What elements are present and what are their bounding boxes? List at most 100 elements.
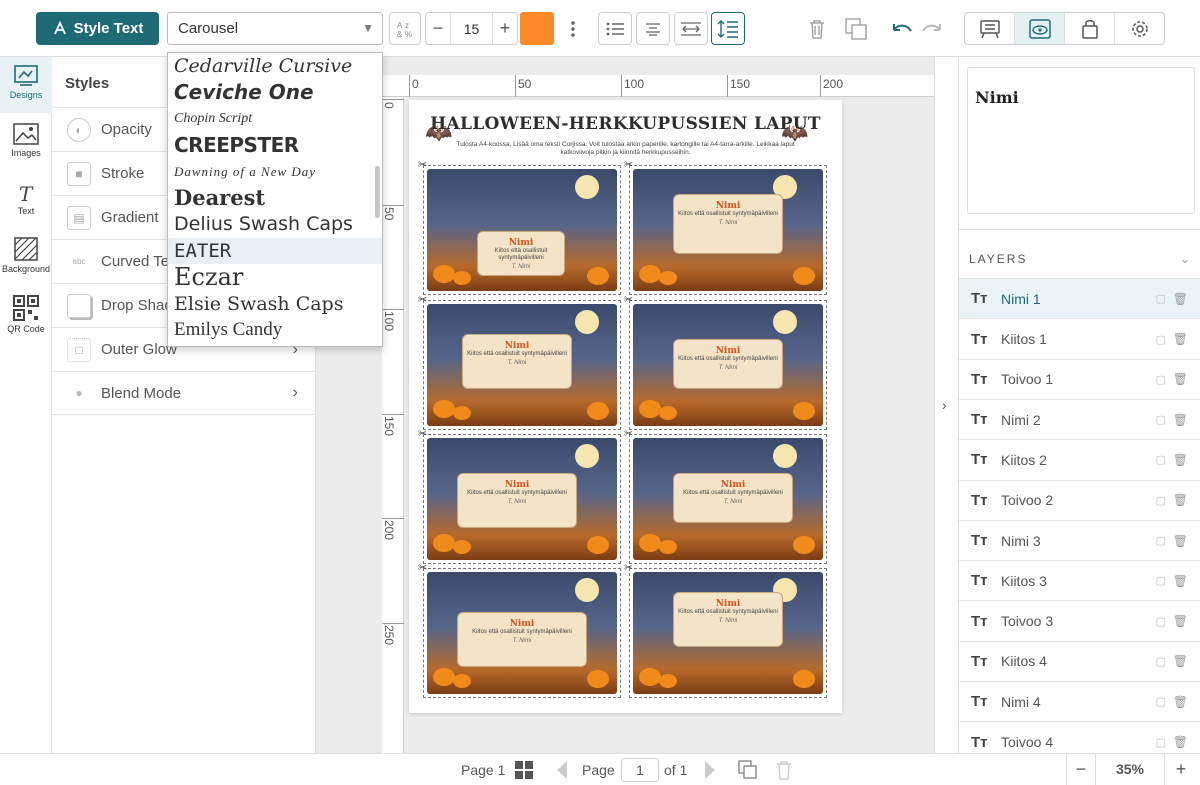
font-size-increase-button[interactable]: + bbox=[493, 13, 517, 44]
style-blend-mode[interactable]: ● Blend Mode › bbox=[52, 371, 316, 415]
label-card[interactable]: ✂ Nimi Kiitos että osallistuit syntymäpäiv… bbox=[624, 294, 827, 430]
lock-layer-icon[interactable]: ▢ bbox=[1156, 453, 1166, 466]
label-card[interactable]: ✂ Nimi Kiitos että osallistuit syntymäpäiv… bbox=[418, 428, 621, 564]
text-case-button[interactable]: Az &% bbox=[389, 12, 421, 45]
letter-spacing-button[interactable] bbox=[674, 12, 708, 45]
print-button[interactable] bbox=[965, 13, 1015, 44]
zoom-in-button[interactable]: + bbox=[1165, 753, 1197, 785]
font-option[interactable]: Elsie Swash Caps bbox=[168, 291, 382, 317]
delete-button[interactable] bbox=[806, 12, 828, 45]
grid-view-button[interactable] bbox=[514, 754, 534, 785]
trash-icon[interactable]: 🗑 bbox=[1173, 372, 1188, 386]
card-name-text[interactable]: Nimi bbox=[463, 341, 571, 351]
card-name-text[interactable]: Nimi bbox=[674, 480, 792, 490]
card-name-text[interactable]: Nimi bbox=[674, 599, 782, 609]
lock-layer-icon[interactable]: ▢ bbox=[1156, 292, 1166, 305]
lock-layer-icon[interactable]: ▢ bbox=[1156, 574, 1166, 587]
design-canvas[interactable]: 0 50 100 150 200 0 50 100 150 200 250 🦇 … bbox=[316, 57, 934, 753]
label-card[interactable]: ✂ Nimi Kiitos että osallistuit syntymäpäiv… bbox=[418, 159, 621, 295]
preview-button[interactable] bbox=[1015, 13, 1065, 44]
page-number-input[interactable]: 1 bbox=[621, 758, 659, 782]
lock-layer-icon[interactable]: ▢ bbox=[1156, 534, 1166, 547]
trash-icon[interactable]: 🗑 bbox=[1173, 493, 1188, 507]
card-thanks-text[interactable]: Kiitos että osallistuit syntymäpäivillen… bbox=[463, 351, 571, 358]
lock-layer-icon[interactable]: ▢ bbox=[1156, 413, 1166, 426]
font-option[interactable]: Dearest bbox=[168, 185, 382, 211]
expand-panel-toggle[interactable]: › bbox=[934, 57, 959, 753]
font-option[interactable]: Delius Swash Caps bbox=[168, 211, 382, 237]
layer-item[interactable]: Tт Toivoo 2 ▢ 🗑 bbox=[959, 479, 1200, 521]
text-color-swatch[interactable] bbox=[520, 12, 554, 45]
font-option[interactable]: Eczar bbox=[168, 264, 382, 290]
rail-designs[interactable]: Designs bbox=[0, 57, 52, 113]
lock-layer-icon[interactable]: ▢ bbox=[1156, 373, 1166, 386]
layer-item[interactable]: Tт Nimi 2 ▢ 🗑 bbox=[959, 398, 1200, 440]
card-sign-text[interactable]: T. Nimi bbox=[674, 220, 782, 226]
next-page-button[interactable] bbox=[703, 754, 717, 785]
card-thanks-text[interactable]: Kiitos että osallistuit syntymäpäivillen… bbox=[674, 490, 792, 497]
card-thanks-text[interactable]: Kiitos että osallistuit syntymäpäivillen… bbox=[458, 490, 576, 497]
duplicate-page-button[interactable] bbox=[738, 754, 758, 785]
card-name-text[interactable]: Nimi bbox=[674, 201, 782, 211]
lock-layer-icon[interactable]: ▢ bbox=[1156, 736, 1166, 749]
font-family-select[interactable]: Carousel ▼ bbox=[167, 12, 383, 45]
card-name-text[interactable]: Nimi bbox=[674, 346, 782, 356]
label-card[interactable]: ✂ Nimi Kiitos että osallistuit syntymäpäiv… bbox=[624, 428, 827, 564]
font-option[interactable]: Chopin Script bbox=[168, 106, 382, 132]
font-option[interactable]: Creepster bbox=[168, 132, 382, 158]
label-card[interactable]: ✂ Nimi Kiitos että osallistuit syntymäpäiv… bbox=[624, 562, 827, 698]
card-name-text[interactable]: Nimi bbox=[458, 619, 586, 629]
zoom-out-button[interactable]: − bbox=[1067, 753, 1095, 785]
lock-layer-icon[interactable]: ▢ bbox=[1156, 494, 1166, 507]
lock-layer-icon[interactable]: ▢ bbox=[1156, 695, 1166, 708]
trash-icon[interactable]: 🗑 bbox=[1173, 453, 1188, 467]
card-thanks-text[interactable]: Kiitos että osallistuit syntymäpäivillen… bbox=[674, 211, 782, 218]
rail-images[interactable]: Images bbox=[0, 123, 52, 173]
lock-button[interactable] bbox=[1065, 13, 1115, 44]
rail-text[interactable]: T Text bbox=[0, 183, 52, 233]
lock-layer-icon[interactable]: ▢ bbox=[1156, 333, 1166, 346]
trash-icon[interactable]: 🗑 bbox=[1173, 654, 1188, 668]
lock-layer-icon[interactable]: ▢ bbox=[1156, 615, 1166, 628]
card-sign-text[interactable]: T. Nimi bbox=[674, 365, 782, 371]
font-option[interactable]: Emilys Candy bbox=[168, 317, 382, 343]
lock-layer-icon[interactable]: ▢ bbox=[1156, 655, 1166, 668]
trash-icon[interactable]: 🗑 bbox=[1173, 534, 1188, 548]
chevron-down-icon[interactable]: ⌄ bbox=[1180, 252, 1190, 266]
card-sign-text[interactable]: T. Nimi bbox=[458, 499, 576, 505]
font-size-stepper[interactable]: − 15 + bbox=[425, 12, 518, 45]
trash-icon[interactable]: 🗑 bbox=[1173, 735, 1188, 749]
align-center-button[interactable] bbox=[636, 12, 670, 45]
layer-item[interactable]: Tт Kiitos 1 ▢ 🗑 bbox=[959, 318, 1200, 359]
trash-icon[interactable]: 🗑 bbox=[1173, 332, 1188, 346]
redo-button[interactable] bbox=[920, 12, 944, 45]
prev-page-button[interactable] bbox=[555, 754, 569, 785]
layer-item[interactable]: Tт Kiitos 2 ▢ 🗑 bbox=[959, 439, 1200, 480]
layer-item[interactable]: Tт Toivoo 3 ▢ 🗑 bbox=[959, 600, 1200, 641]
label-card[interactable]: ✂ Nimi Kiitos että osallistuit syntymäpäiv… bbox=[624, 159, 827, 295]
trash-icon[interactable]: 🗑 bbox=[1173, 695, 1188, 709]
style-text-button[interactable]: Style Text bbox=[36, 12, 159, 45]
layer-item[interactable]: Tт Kiitos 4 ▢ 🗑 bbox=[959, 640, 1200, 682]
line-height-button[interactable] bbox=[711, 12, 745, 45]
layer-item[interactable]: Tт Toivoo 1 ▢ 🗑 bbox=[959, 358, 1200, 400]
undo-button[interactable] bbox=[890, 12, 914, 45]
layer-item[interactable]: Tт Nimi 3 ▢ 🗑 bbox=[959, 519, 1200, 561]
label-card[interactable]: ✂ Nimi Kiitos että osallistuit syntymäpäiv… bbox=[418, 294, 621, 430]
settings-button[interactable] bbox=[1115, 13, 1164, 44]
card-sign-text[interactable]: T. Nimi bbox=[674, 499, 792, 505]
layer-item[interactable]: Tт Nimi 4 ▢ 🗑 bbox=[959, 681, 1200, 722]
card-sign-text[interactable]: T. Nimi bbox=[674, 618, 782, 624]
delete-page-button[interactable] bbox=[776, 754, 792, 785]
font-option[interactable]: Dawning of a New Day bbox=[168, 159, 382, 185]
rail-background[interactable]: Background bbox=[0, 237, 52, 287]
trash-icon[interactable]: 🗑 bbox=[1173, 413, 1188, 427]
list-button[interactable] bbox=[598, 12, 632, 45]
font-size-value[interactable]: 15 bbox=[450, 13, 493, 44]
card-thanks-text[interactable]: Kiitos että osallistuit syntymäpäivillen… bbox=[674, 609, 782, 616]
layer-item[interactable]: Tт Kiitos 3 ▢ 🗑 bbox=[959, 560, 1200, 601]
duplicate-button[interactable] bbox=[843, 12, 869, 45]
font-option[interactable]: Ceviche One bbox=[168, 79, 382, 105]
dropdown-scrollbar[interactable] bbox=[375, 166, 380, 218]
font-size-decrease-button[interactable]: − bbox=[426, 13, 450, 44]
